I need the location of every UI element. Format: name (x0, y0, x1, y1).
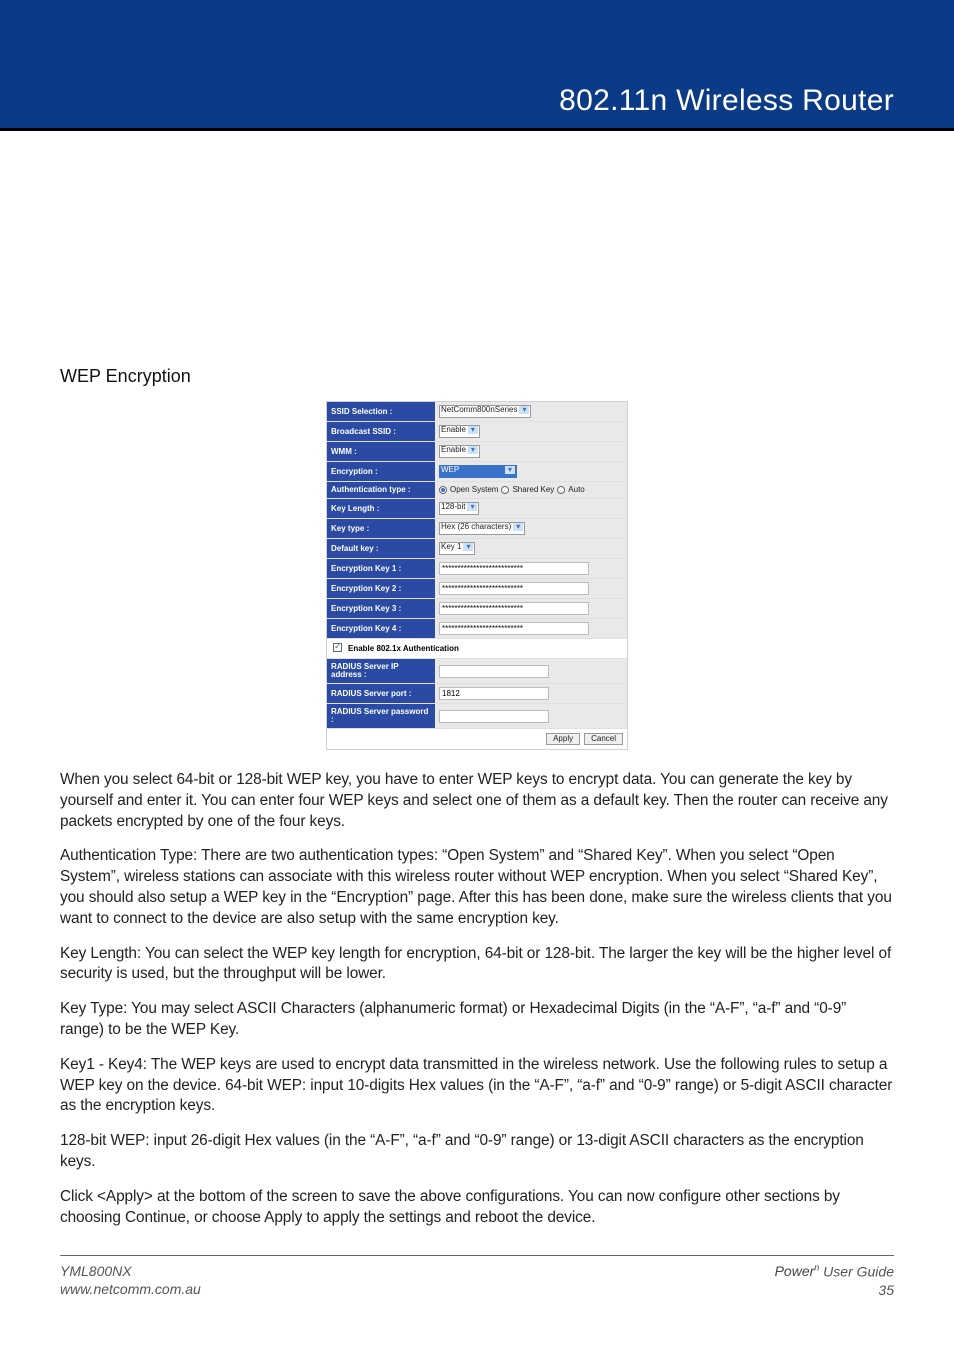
radio-auto[interactable] (557, 486, 565, 494)
row-key-type: Key type : Hex (26 characters)▾ (327, 519, 627, 539)
para-auth-type: Authentication Type: There are two authe… (60, 846, 894, 929)
input-key1[interactable] (439, 562, 589, 575)
footer-url: www.netcomm.com.au (60, 1280, 201, 1299)
row-broadcast-ssid: Broadcast SSID : Enable▾ (327, 422, 627, 442)
label-radius-port: RADIUS Server port : (327, 684, 435, 703)
select-key-length[interactable]: 128-bit▾ (439, 502, 479, 515)
row-auth-type: Authentication type : Open System Shared… (327, 482, 627, 499)
label-key3: Encryption Key 3 : (327, 599, 435, 618)
footer-page-number: 35 (775, 1281, 894, 1300)
row-key4: Encryption Key 4 : (327, 619, 627, 639)
para-intro: When you select 64-bit or 128-bit WEP ke… (60, 770, 894, 832)
header-title: 802.11n Wireless Router (559, 84, 894, 118)
label-key-length: Key Length : (327, 499, 435, 518)
label-key1: Encryption Key 1 : (327, 559, 435, 578)
select-ssid[interactable]: NetComm800nSeries▾ (439, 405, 531, 418)
row-wmm: WMM : Enable▾ (327, 442, 627, 462)
header-underline (0, 128, 954, 131)
radio-shared-key[interactable] (501, 486, 509, 494)
apply-button[interactable]: Apply (546, 733, 580, 745)
label-key-type: Key type : (327, 519, 435, 538)
section-heading: WEP Encryption (60, 366, 894, 387)
para-key1-key4: Key1 - Key4: The WEP keys are used to en… (60, 1055, 894, 1117)
row-ssid-selection: SSID Selection : NetComm800nSeries▾ (327, 402, 627, 422)
label-key2: Encryption Key 2 : (327, 579, 435, 598)
input-radius-ip[interactable] (439, 665, 549, 678)
body-text: When you select 64-bit or 128-bit WEP ke… (60, 770, 894, 1228)
label-encryption: Encryption : (327, 462, 435, 481)
page-header: 802.11n Wireless Router (0, 0, 954, 128)
config-screenshot: SSID Selection : NetComm800nSeries▾ Broa… (326, 401, 628, 750)
radio-open-system-label: Open System (450, 486, 498, 494)
select-encryption[interactable]: WEP▾ (439, 465, 517, 478)
row-key1: Encryption Key 1 : (327, 559, 627, 579)
page-footer: YML800NX www.netcomm.com.au Powern User … (60, 1255, 894, 1300)
checkbox-enable-8021x[interactable] (333, 643, 342, 652)
footer-brand: Powern (775, 1263, 820, 1279)
input-radius-port[interactable] (439, 687, 549, 700)
row-radius-password: RADIUS Server password : (327, 704, 627, 729)
row-enable-8021x: Enable 802.1x Authentication (327, 639, 627, 659)
radio-auto-label: Auto (568, 486, 584, 494)
para-key-type: Key Type: You may select ASCII Character… (60, 999, 894, 1041)
label-radius-ip: RADIUS Server IP address : (327, 659, 435, 683)
label-enable-8021x: Enable 802.1x Authentication (346, 639, 463, 658)
select-broadcast-ssid[interactable]: Enable▾ (439, 425, 480, 438)
row-radius-ip: RADIUS Server IP address : (327, 659, 627, 684)
label-wmm: WMM : (327, 442, 435, 461)
row-key3: Encryption Key 3 : (327, 599, 627, 619)
select-wmm[interactable]: Enable▾ (439, 445, 480, 458)
input-radius-password[interactable] (439, 710, 549, 723)
radio-open-system[interactable] (439, 486, 447, 494)
label-default-key: Default key : (327, 539, 435, 558)
row-encryption: Encryption : WEP▾ (327, 462, 627, 482)
label-auth-type: Authentication type : (327, 482, 435, 498)
row-radius-port: RADIUS Server port : (327, 684, 627, 704)
input-key4[interactable] (439, 622, 589, 635)
label-broadcast-ssid: Broadcast SSID : (327, 422, 435, 441)
cancel-button[interactable]: Cancel (584, 733, 623, 745)
label-ssid-selection: SSID Selection : (327, 402, 435, 421)
input-key2[interactable] (439, 582, 589, 595)
footer-guide-label: User Guide (819, 1263, 894, 1279)
radio-shared-key-label: Shared Key (512, 486, 554, 494)
label-radius-password: RADIUS Server password : (327, 704, 435, 728)
para-128bit-wep: 128-bit WEP: input 26-digit Hex values (… (60, 1131, 894, 1173)
row-key-length: Key Length : 128-bit▾ (327, 499, 627, 519)
label-key4: Encryption Key 4 : (327, 619, 435, 638)
select-key-type[interactable]: Hex (26 characters)▾ (439, 522, 525, 535)
para-key-length: Key Length: You can select the WEP key l… (60, 944, 894, 986)
row-default-key: Default key : Key 1▾ (327, 539, 627, 559)
para-apply: Click <Apply> at the bottom of the scree… (60, 1187, 894, 1229)
row-key2: Encryption Key 2 : (327, 579, 627, 599)
input-key3[interactable] (439, 602, 589, 615)
footer-model: YML800NX (60, 1262, 201, 1281)
select-default-key[interactable]: Key 1▾ (439, 542, 475, 555)
